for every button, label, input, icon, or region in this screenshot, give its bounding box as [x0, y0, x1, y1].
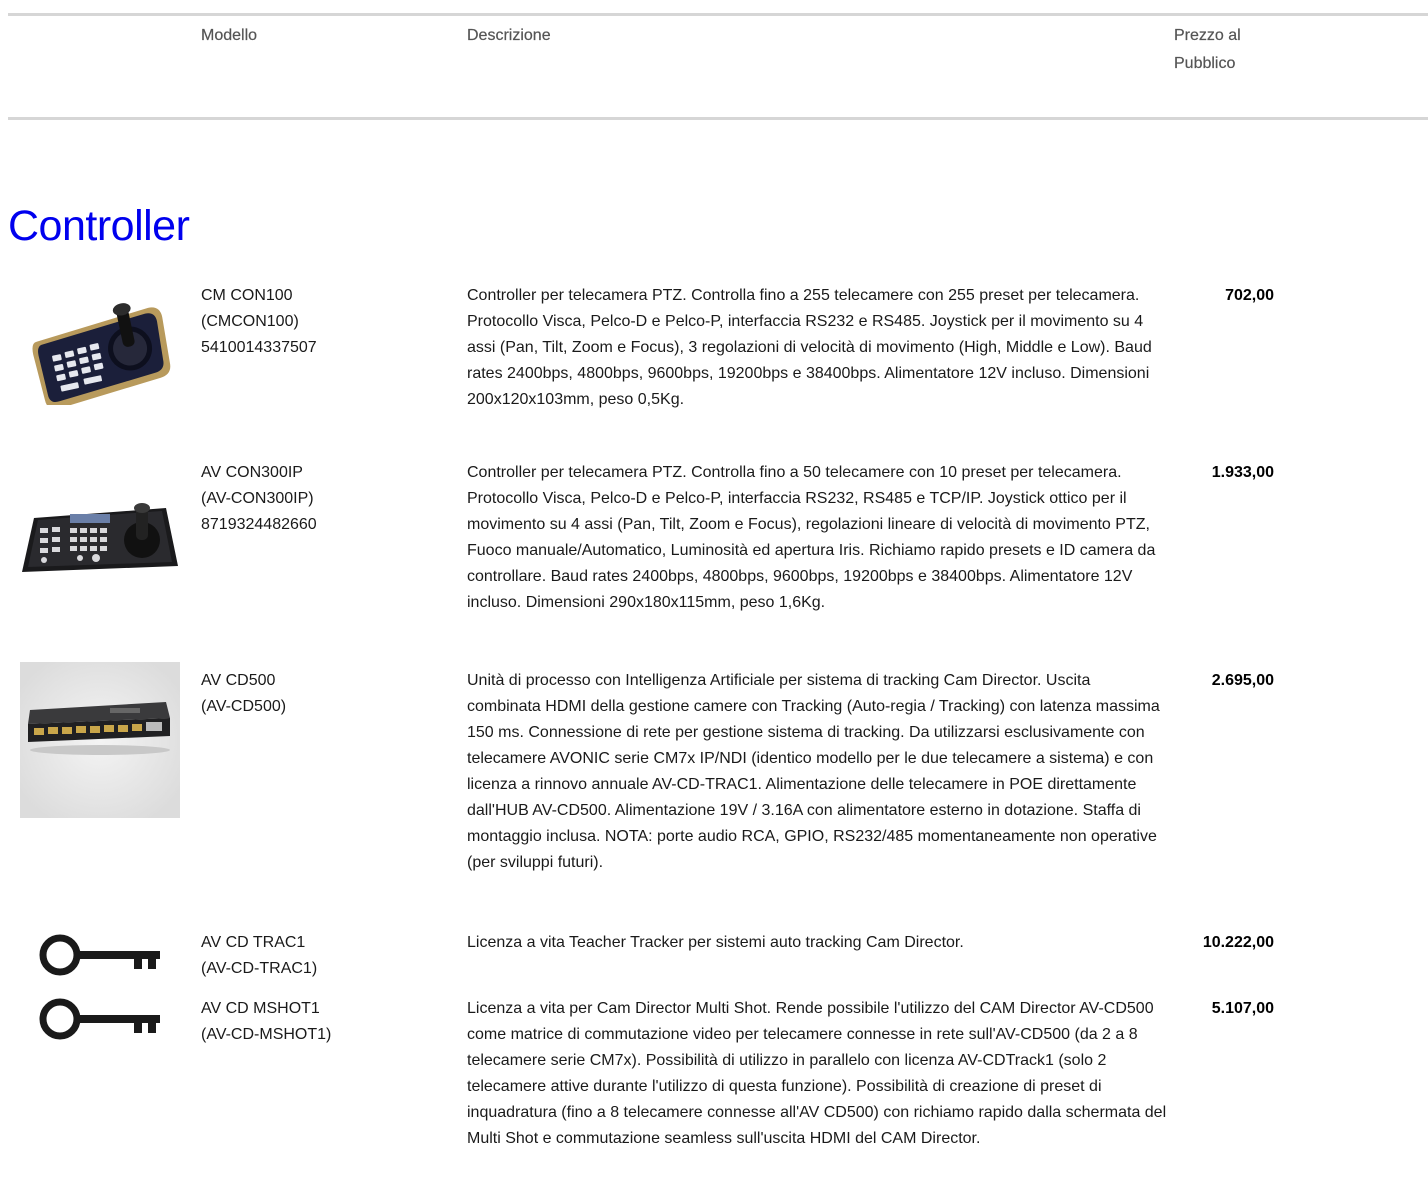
- product-code: (AV-CD-TRAC1): [201, 960, 318, 977]
- product-code: (AV-CD500): [201, 698, 287, 715]
- product-name: AV CD TRAC1: [201, 934, 306, 951]
- table-header: Modello Descrizione Prezzo al Pubblico: [8, 13, 1428, 120]
- section-title: Controller: [8, 202, 190, 250]
- product-model: AV CD TRAC1 (AV-CD-TRAC1): [201, 930, 441, 982]
- product-name: AV CD500: [201, 672, 276, 689]
- product-name: AV CON300IP: [201, 464, 303, 481]
- product-name: AV CD MSHOT1: [201, 1000, 320, 1017]
- product-code: (CMCON100): [201, 313, 299, 330]
- poe-hub-processor-photo: [20, 662, 180, 818]
- column-header-description: Descrizione: [467, 27, 551, 44]
- product-model: AV CD MSHOT1 (AV-CD-MSHOT1): [201, 996, 441, 1048]
- column-header-model: Modello: [201, 27, 258, 44]
- product-price: 5.107,00: [1211, 1000, 1274, 1017]
- product-model: AV CD500 (AV-CD500): [201, 668, 441, 720]
- product-description: Unità di processo con Intelligenza Artif…: [467, 672, 1160, 871]
- license-key-icon: [39, 934, 160, 976]
- product-code: (AV-CON300IP): [201, 490, 314, 507]
- ptz-joystick-controller-photo: [32, 303, 171, 405]
- product-description: Controller per telecamera PTZ. Controlla…: [467, 287, 1152, 408]
- product-code: (AV-CD-MSHOT1): [201, 1026, 332, 1043]
- product-name: CM CON100: [201, 287, 293, 304]
- ip-ptz-controller-photo: [22, 503, 178, 572]
- column-header-price: Prezzo al Pubblico: [1174, 22, 1284, 78]
- product-description: Licenza a vita per Cam Director Multi Sh…: [467, 1000, 1167, 1147]
- license-key-icon: [39, 998, 160, 1040]
- column-header-price-line2: Pubblico: [1174, 55, 1236, 72]
- product-model: AV CON300IP (AV-CON300IP) 8719324482660: [201, 460, 441, 538]
- product-description: Controller per telecamera PTZ. Controlla…: [467, 464, 1156, 611]
- product-model: CM CON100 (CMCON100) 5410014337507: [201, 283, 441, 361]
- product-ean: 8719324482660: [201, 516, 317, 533]
- product-price: 1.933,00: [1211, 464, 1274, 481]
- product-ean: 5410014337507: [201, 339, 317, 356]
- product-price: 2.695,00: [1211, 672, 1274, 689]
- product-description: Licenza a vita Teacher Tracker per siste…: [467, 934, 964, 951]
- product-price: 702,00: [1225, 287, 1274, 304]
- product-price: 10.222,00: [1202, 934, 1274, 951]
- column-header-price-line1: Prezzo al: [1174, 27, 1241, 44]
